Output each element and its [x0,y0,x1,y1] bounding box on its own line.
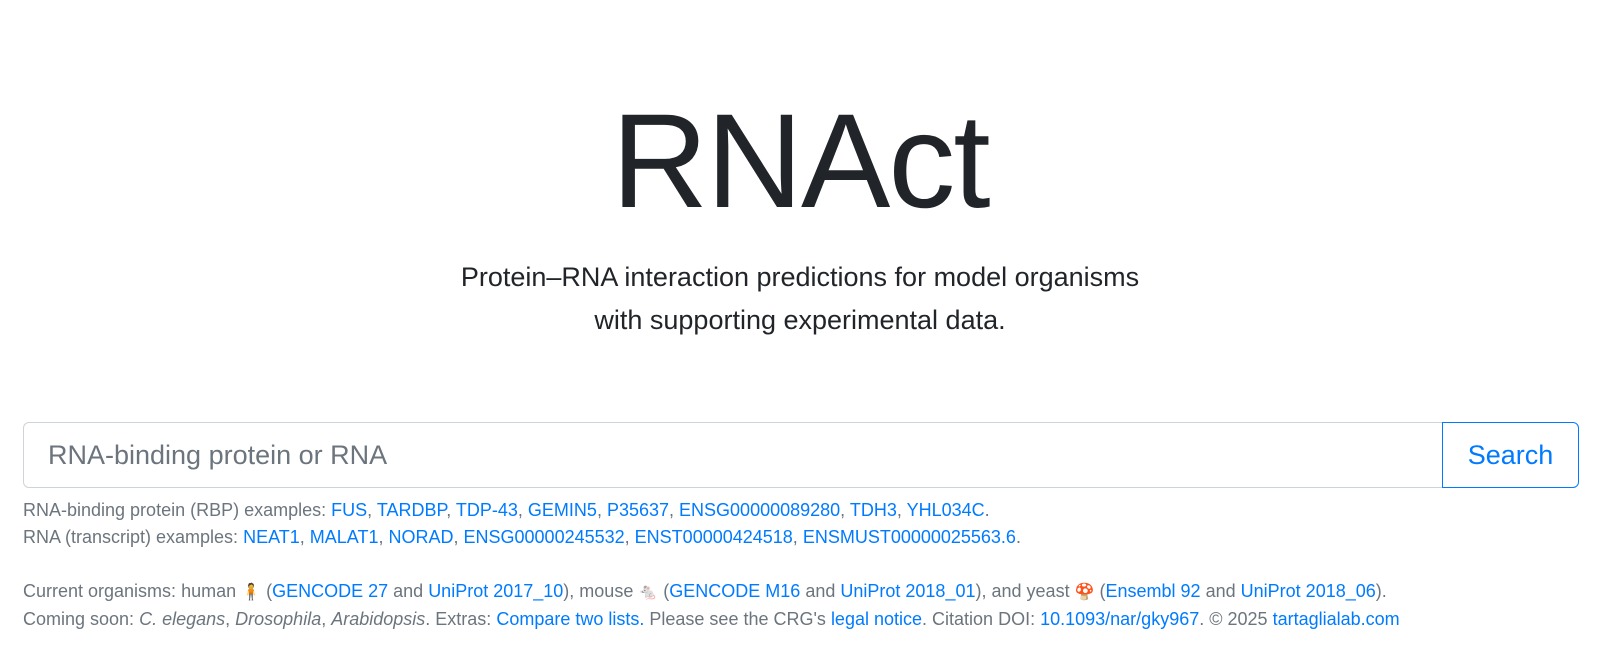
link-uniprot-2018-06[interactable]: UniProt 2018_06 [1241,581,1376,601]
link-uniprot-2017-10[interactable]: UniProt 2017_10 [428,581,563,601]
search-form: Search [23,422,1579,488]
coming-soon-arabidopsis: Arabidopsis [331,609,426,629]
coming-soon-c-elegans: C. elegans [139,609,226,629]
and-text: and [991,581,1022,601]
organism-mouse: mouse [579,581,634,601]
example-link-tdh3[interactable]: TDH3 [850,500,897,520]
and-text: and [393,581,424,601]
human-icon: 🧍 [241,584,262,601]
coming-soon-label: Coming soon: [23,609,135,629]
search-button[interactable]: Search [1442,422,1579,488]
link-gencode-m16[interactable]: GENCODE M16 [669,581,800,601]
example-link-ensg00000245532[interactable]: ENSG00000245532 [464,527,625,547]
example-link-enst00000424518[interactable]: ENST00000424518 [635,527,793,547]
subtitle-line-2: with supporting experimental data. [594,305,1006,335]
example-link-norad[interactable]: NORAD [388,527,453,547]
page-title: RNAct [611,87,990,236]
page-subtitle: Protein–RNA interaction predictions for … [0,256,1600,342]
example-link-tardbp[interactable]: TARDBP [377,500,446,520]
yeast-icon: 🍄 [1074,584,1095,601]
legal-prefix: Please see the CRG's [649,609,826,629]
example-link-p35637[interactable]: P35637 [607,500,669,520]
mouse-icon: 🐁 [638,584,659,601]
organism-yeast: yeast [1026,581,1070,601]
footer-line: Coming soon: C. elegans, Drosophila, Ara… [23,609,1400,629]
extras-label: Extras: [435,609,492,629]
example-link-ensg00000089280[interactable]: ENSG00000089280 [679,500,840,520]
example-link-tdp-43[interactable]: TDP-43 [456,500,518,520]
example-link-neat1[interactable]: NEAT1 [243,527,300,547]
rbp-examples: RNA-binding protein (RBP) examples: FUS,… [23,500,990,520]
copyright: © 2025 [1209,609,1268,629]
subtitle-line-1: Protein–RNA interaction predictions for … [460,262,1140,292]
example-link-yhl034c[interactable]: YHL034C [907,500,985,520]
example-link-fus[interactable]: FUS [331,500,367,520]
doi-link[interactable]: 10.1093/nar/gky967 [1040,609,1199,629]
legal-notice-link[interactable]: legal notice [831,609,922,629]
hero: RNAct Protein–RNA interaction prediction… [0,92,1600,342]
compare-lists-link[interactable]: Compare two lists. [496,609,644,629]
organism-human: human [181,581,237,601]
example-link-gemin5[interactable]: GEMIN5 [528,500,597,520]
link-ensembl-92[interactable]: Ensembl 92 [1106,581,1201,601]
link-gencode-27[interactable]: GENCODE 27 [272,581,388,601]
organisms-label: Current organisms: [23,581,177,601]
examples: RNA-binding protein (RBP) examples: FUS,… [23,497,1579,551]
and-text: and [805,581,836,601]
site-link[interactable]: tartaglialab.com [1273,609,1400,629]
example-link-ensmust00000025563[interactable]: ENSMUST00000025563.6 [803,527,1016,547]
rna-examples: RNA (transcript) examples: NEAT1, MALAT1… [23,527,1021,547]
rbp-examples-label: RNA-binding protein (RBP) examples: [23,500,327,520]
and-text: and [1205,581,1236,601]
site-info: Current organisms: human 🧍 (GENCODE 27 a… [23,578,1579,633]
search-input[interactable] [23,422,1442,488]
example-link-malat1[interactable]: MALAT1 [310,527,379,547]
citation-label: Citation DOI: [932,609,1036,629]
coming-soon-drosophila: Drosophila [235,609,322,629]
link-uniprot-2018-01[interactable]: UniProt 2018_01 [840,581,975,601]
rna-examples-label: RNA (transcript) examples: [23,527,239,547]
organisms-line: Current organisms: human 🧍 (GENCODE 27 a… [23,581,1387,601]
